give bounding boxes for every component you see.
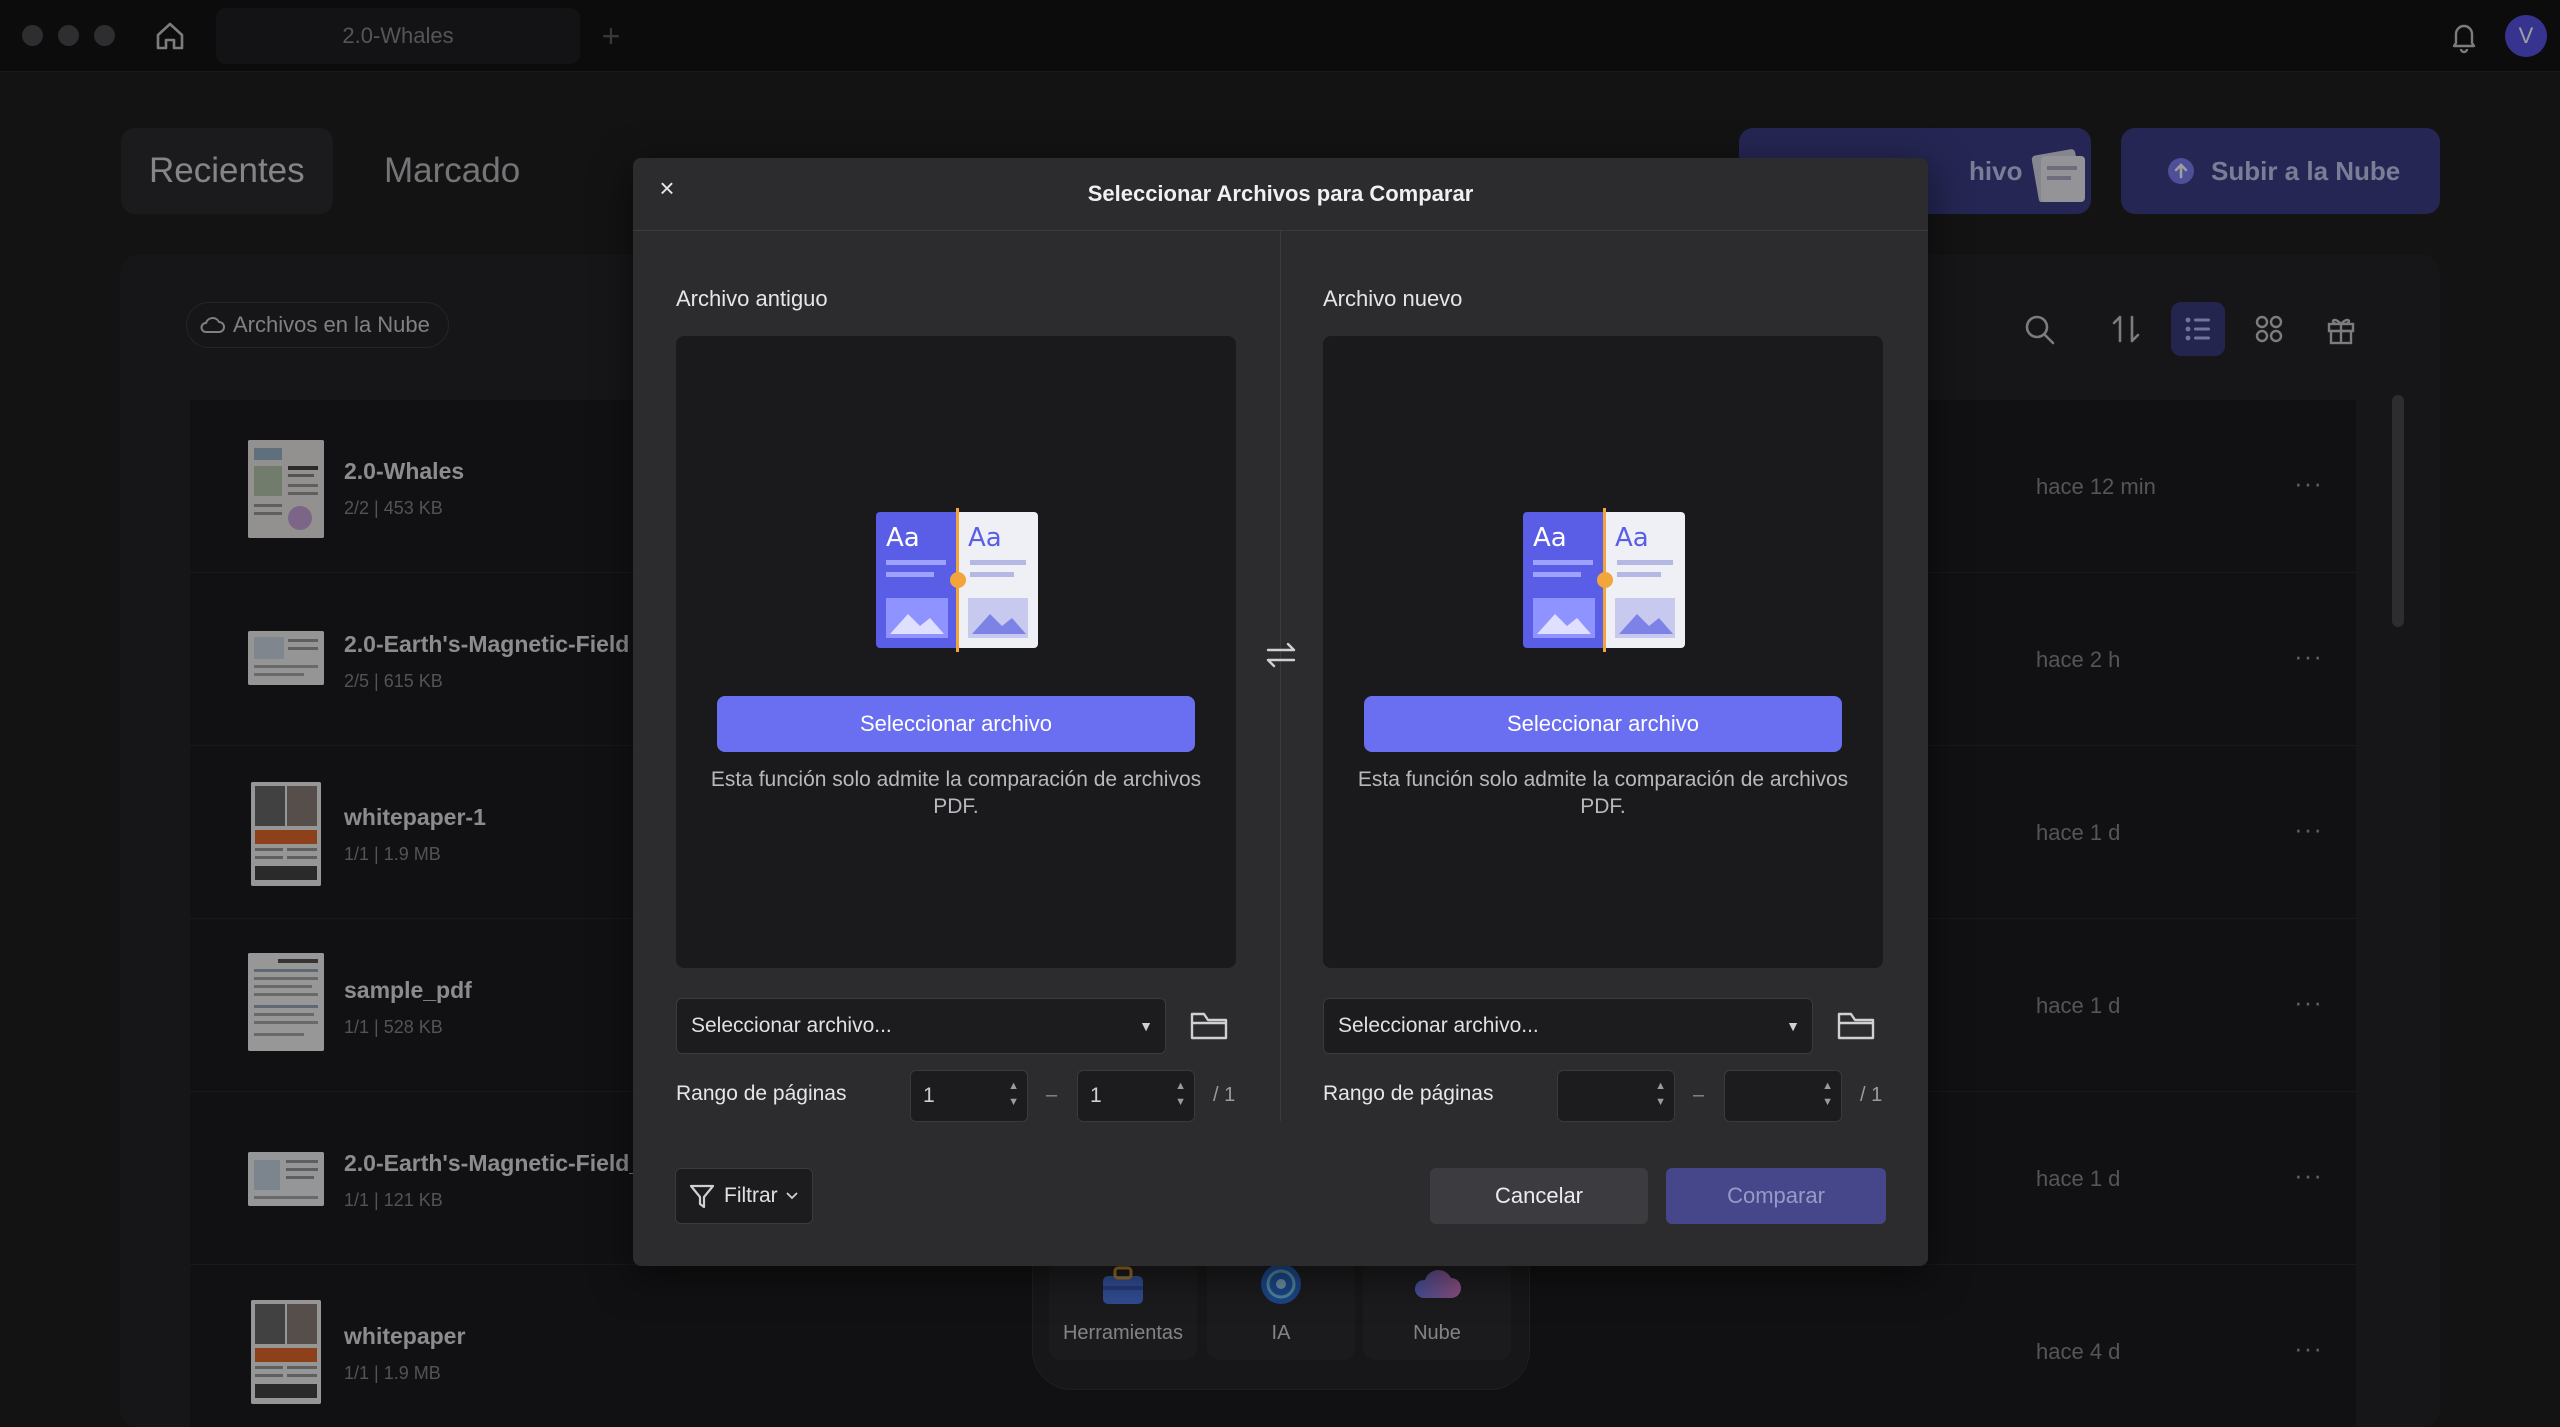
new-file-select-value: Seleccionar archivo... bbox=[1338, 1014, 1539, 1037]
old-page-from-value: 1 bbox=[923, 1084, 935, 1107]
close-icon[interactable]: × bbox=[653, 174, 681, 202]
select-old-file-button[interactable]: Seleccionar archivo bbox=[717, 696, 1195, 752]
pdf-only-note: Esta función solo admite la comparación … bbox=[710, 768, 1202, 818]
range-dash: – bbox=[1693, 1084, 1705, 1106]
folder-icon[interactable] bbox=[1836, 1008, 1876, 1044]
dialog-title: Seleccionar Archivos para Comparar bbox=[1087, 181, 1474, 206]
new-file-heading: Archivo nuevo bbox=[1323, 286, 1463, 311]
filter-label: Filtrar bbox=[724, 1184, 778, 1207]
svg-text:Aa: Aa bbox=[968, 523, 1002, 553]
cancel-button[interactable]: Cancelar bbox=[1430, 1168, 1648, 1224]
compare-files-dialog: Seleccionar Archivos para Comparar × Arc… bbox=[633, 158, 1928, 1266]
svg-text:Aa: Aa bbox=[886, 523, 920, 553]
old-file-select-value: Seleccionar archivo... bbox=[691, 1014, 892, 1037]
new-page-range-label: Rango de páginas bbox=[1323, 1082, 1494, 1105]
old-page-range-label: Rango de páginas bbox=[676, 1082, 847, 1105]
stepper-arrows-icon[interactable]: ▲ ▼ bbox=[1008, 1078, 1019, 1110]
stepper-arrows-icon[interactable]: ▲ ▼ bbox=[1822, 1078, 1833, 1110]
new-page-to-input[interactable]: ▲ ▼ bbox=[1724, 1070, 1842, 1122]
select-new-file-button[interactable]: Seleccionar archivo bbox=[1364, 696, 1842, 752]
new-file-select[interactable]: Seleccionar archivo... ▼ bbox=[1323, 998, 1813, 1054]
new-page-from-input[interactable]: ▲ ▼ bbox=[1557, 1070, 1675, 1122]
svg-text:Aa: Aa bbox=[1615, 523, 1649, 553]
chevron-down-icon bbox=[786, 1192, 798, 1200]
compare-documents-icon: Aa Aa bbox=[1519, 506, 1689, 654]
pdf-only-note: Esta función solo admite la comparación … bbox=[1357, 768, 1849, 818]
old-page-to-value: 1 bbox=[1090, 1084, 1102, 1107]
old-page-from-input[interactable]: 1 ▲ ▼ bbox=[910, 1070, 1028, 1122]
old-file-select[interactable]: Seleccionar archivo... ▼ bbox=[676, 998, 1166, 1054]
swap-icon[interactable] bbox=[1262, 636, 1300, 674]
stepper-arrows-icon[interactable]: ▲ ▼ bbox=[1655, 1078, 1666, 1110]
old-page-total: / 1 bbox=[1213, 1084, 1236, 1106]
compare-documents-icon: Aa Aa bbox=[872, 506, 1042, 654]
svg-text:Aa: Aa bbox=[1533, 523, 1567, 553]
old-file-drop-zone[interactable]: Aa Aa Seleccionar archivo Esta función so… bbox=[676, 336, 1236, 968]
divider bbox=[1280, 231, 1281, 1121]
filter-icon bbox=[688, 1182, 716, 1210]
filter-button[interactable]: Filtrar bbox=[675, 1168, 813, 1224]
caret-down-icon: ▼ bbox=[1139, 1018, 1153, 1034]
new-page-total: / 1 bbox=[1860, 1084, 1883, 1106]
old-page-to-input[interactable]: 1 ▲ ▼ bbox=[1077, 1070, 1195, 1122]
old-file-heading: Archivo antiguo bbox=[676, 286, 828, 311]
caret-down-icon: ▼ bbox=[1786, 1018, 1800, 1034]
folder-icon[interactable] bbox=[1189, 1008, 1229, 1044]
compare-button[interactable]: Comparar bbox=[1666, 1168, 1886, 1224]
stepper-arrows-icon[interactable]: ▲ ▼ bbox=[1175, 1078, 1186, 1110]
range-dash: – bbox=[1046, 1084, 1058, 1106]
new-file-drop-zone[interactable]: Aa Aa Seleccionar archivo Esta función so… bbox=[1323, 336, 1883, 968]
